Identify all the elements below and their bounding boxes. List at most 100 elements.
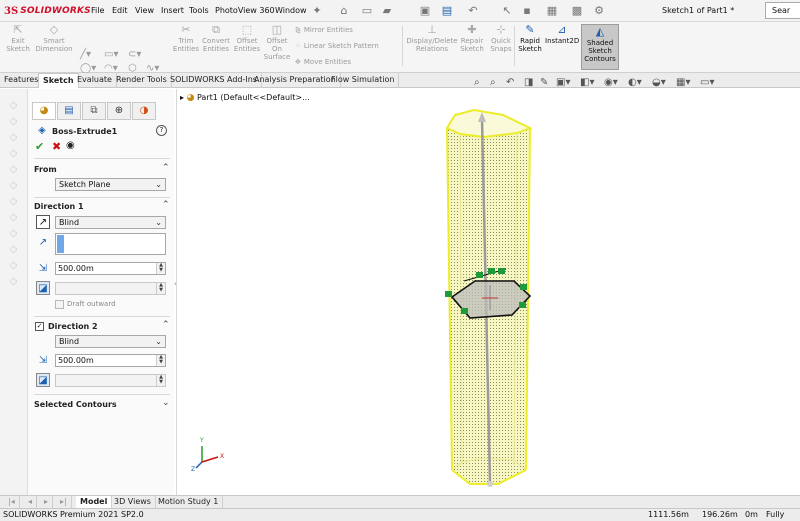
prev-tab-arrow-icon[interactable]: ◂ (24, 496, 38, 508)
direction2-draft-angle-input[interactable]: ▲ ▼ (55, 374, 166, 387)
direction1-section-title[interactable]: Direction 1 (34, 202, 84, 211)
direction-of-extrusion-field[interactable] (55, 233, 166, 255)
previous-view-icon[interactable]: ↶ (506, 77, 514, 88)
rebuild-icon[interactable]: ▪ (520, 4, 534, 18)
dimxpert-tab[interactable]: ⊕ (107, 102, 131, 120)
rectangle-tool-icon[interactable]: ▭▾ (104, 49, 118, 60)
slot-tool-icon[interactable]: ⊂▾ (128, 49, 141, 60)
chevron-down-icon[interactable]: ⌄ (162, 398, 170, 408)
display-delete-relations-button[interactable]: ⊥ Display/Delete Relations (406, 24, 458, 54)
first-tab-arrow-icon[interactable]: |◂ (4, 496, 20, 508)
draft-outward-checkbox[interactable] (55, 300, 64, 309)
last-tab-arrow-icon[interactable]: ▸| (56, 496, 72, 508)
menu-insert[interactable]: Insert (161, 6, 184, 15)
apply-scene-icon[interactable]: ◒▾ (652, 77, 666, 88)
shaded-sketch-contours-button[interactable]: ◭ Shaded Sketch Contours (581, 24, 619, 70)
strip-icon[interactable]: ◇ (7, 259, 20, 272)
property-manager-tab[interactable]: ▤ (57, 102, 81, 120)
direction2-depth-input[interactable]: 500.00m ▲ ▼ (55, 354, 166, 367)
menu-edit[interactable]: Edit (112, 6, 128, 15)
tab-features[interactable]: Features (0, 73, 44, 88)
cancel-button[interactable]: ✖ (52, 140, 61, 153)
draft-angle-input[interactable]: ▲ ▼ (55, 282, 166, 295)
dynamic-annotation-icon[interactable]: ✎ (540, 77, 548, 88)
new-document-icon[interactable]: ▭ (360, 4, 374, 18)
pin-icon[interactable]: ✦ (310, 4, 324, 18)
reverse-direction-icon[interactable]: ↗ (36, 215, 50, 229)
tab-motion-study[interactable]: Motion Study 1 (154, 496, 224, 508)
move-entities-button[interactable]: ✥ Move Entities (295, 58, 351, 67)
tab-evaluate[interactable]: Evaluate (73, 73, 117, 88)
strip-icon[interactable]: ◇ (7, 163, 20, 176)
direction1-end-condition-select[interactable]: Blind ⌄ (55, 216, 166, 229)
direction2-section-title[interactable]: Direction 2 (48, 322, 98, 331)
exit-sketch-button[interactable]: ⇱ Exit Sketch (4, 24, 32, 54)
tab-3d-views[interactable]: 3D Views (110, 496, 156, 508)
draft-on-off-icon[interactable]: ◪ (36, 373, 50, 387)
gear-icon[interactable]: ⚙ (592, 4, 606, 18)
strip-icon[interactable]: ◇ (7, 275, 20, 288)
spin-arrows-icon[interactable]: ▲ ▼ (156, 283, 165, 294)
menu-photoview[interactable]: PhotoView 360 (215, 6, 275, 15)
linear-sketch-pattern-button[interactable]: ⁘ Linear Sketch Pattern (295, 42, 379, 51)
display-style-icon[interactable]: ◧▾ (580, 77, 594, 88)
strip-icon[interactable]: ◇ (7, 115, 20, 128)
preview-eye-icon[interactable]: ◉ (66, 140, 75, 151)
repair-sketch-button[interactable]: ✚ Repair Sketch (458, 24, 486, 54)
spin-arrows-icon[interactable]: ▲ ▼ (156, 355, 165, 366)
expand-arrow-icon[interactable]: ▸ (180, 93, 184, 102)
selected-contours-section-title[interactable]: Selected Contours (34, 400, 117, 409)
menu-file[interactable]: File (91, 6, 104, 15)
graphics-area[interactable] (176, 89, 800, 495)
help-button[interactable]: ? (156, 125, 167, 136)
select-icon[interactable]: ↖ (500, 4, 514, 18)
strip-icon[interactable]: ◇ (7, 147, 20, 160)
next-tab-arrow-icon[interactable]: ▸ (40, 496, 54, 508)
spin-arrows-icon[interactable]: ▲ ▼ (156, 375, 165, 386)
home-icon[interactable]: ⌂ (337, 4, 351, 18)
strip-icon[interactable]: ◇ (7, 195, 20, 208)
convert-entities-button[interactable]: ⧉ Convert Entities (200, 24, 232, 54)
zoom-area-icon[interactable]: ⌕ (490, 77, 496, 88)
from-start-condition-select[interactable]: Sketch Plane ⌄ (55, 178, 166, 191)
menu-view[interactable]: View (135, 6, 154, 15)
configuration-manager-tab[interactable]: ⧉ (82, 102, 106, 120)
strip-icon[interactable]: ◇ (7, 227, 20, 240)
chevron-up-icon[interactable]: ⌃ (162, 320, 170, 330)
quick-snaps-button[interactable]: ⊹ Quick Snaps (488, 24, 514, 54)
ok-button[interactable]: ✔ (35, 140, 44, 153)
direction2-end-condition-select[interactable]: Blind ⌄ (55, 335, 166, 348)
edit-appearance-icon[interactable]: ◐▾ (628, 77, 642, 88)
line-tool-icon[interactable]: ╱▾ (80, 49, 91, 60)
tab-model[interactable]: Model (76, 496, 113, 508)
direction1-depth-input[interactable]: 500.00m ▲ ▼ (55, 262, 166, 275)
instant2d-button[interactable]: ⊿ Instant2D (545, 24, 579, 46)
draft-on-off-icon[interactable]: ◪ (36, 281, 50, 295)
mirror-entities-button[interactable]: ⧎ Mirror Entities (295, 26, 353, 35)
trim-entities-button[interactable]: ✂ Trim Entities (172, 24, 200, 54)
feature-tree-flyout[interactable]: ▸ ◕ Part1 (Default<<Default>... (180, 93, 310, 103)
hide-show-icon[interactable]: ◉▾ (604, 77, 618, 88)
tab-addins[interactable]: SOLIDWORKS Add-Ins (166, 73, 262, 88)
print-icon[interactable]: ▤ (440, 4, 454, 18)
display-manager-tab[interactable]: ◑ (132, 102, 156, 120)
strip-icon[interactable]: ◇ (7, 211, 20, 224)
strip-icon[interactable]: ◇ (7, 179, 20, 192)
tab-flow-simulation[interactable]: Flow Simulation (327, 73, 400, 88)
tab-render-tools[interactable]: Render Tools (112, 73, 172, 88)
strip-icon[interactable]: ◇ (7, 131, 20, 144)
view-orientation-icon[interactable]: ▣▾ (556, 77, 570, 88)
solidworks-logo[interactable]: 3S SOLIDWORKS (4, 4, 91, 18)
chevron-up-icon[interactable]: ⌃ (162, 163, 170, 173)
offset-entities-button[interactable]: ⬚ Offset Entities (232, 24, 262, 54)
from-section-title[interactable]: From (34, 165, 57, 174)
feature-manager-tab[interactable]: ◕ (32, 102, 56, 120)
strip-icon[interactable]: ◇ (7, 243, 20, 256)
menu-tools[interactable]: Tools (189, 6, 209, 15)
options-view-icon[interactable]: ▩ (570, 4, 584, 18)
search-input[interactable]: Sear (765, 2, 800, 19)
strip-icon[interactable]: ◇ (7, 99, 20, 112)
save-icon[interactable]: ▣ (418, 4, 432, 18)
offset-on-surface-button[interactable]: ◫ Offset On Surface (262, 24, 292, 62)
smart-dimension-button[interactable]: ◇ Smart Dimension (34, 24, 74, 54)
